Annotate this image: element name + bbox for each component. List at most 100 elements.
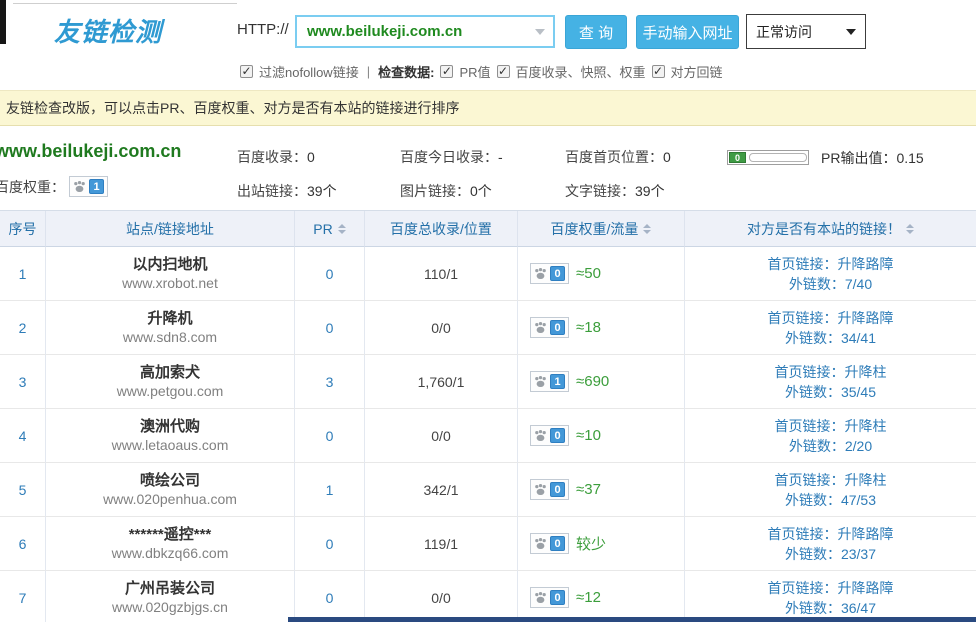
- pr-value-cell: 0: [295, 409, 365, 463]
- site-cell: 以内扫地机www.xrobot.net: [46, 247, 295, 301]
- sort-icon[interactable]: [338, 224, 346, 234]
- sort-icon[interactable]: [906, 224, 914, 234]
- weight-traffic-cell: 0≈12: [518, 571, 685, 622]
- traffic-estimate: ≈50: [576, 265, 601, 282]
- outlink-count-info[interactable]: 外链数：36/47: [785, 598, 876, 618]
- sort-icon[interactable]: [643, 224, 651, 234]
- site-url[interactable]: www.020penhua.com: [103, 490, 237, 508]
- column-header-4: 百度总收录/位置: [365, 211, 518, 247]
- outlink-count-info[interactable]: 外链数：7/40: [789, 274, 872, 294]
- site-url[interactable]: www.xrobot.net: [122, 274, 218, 292]
- paw-icon: [534, 537, 547, 550]
- query-button[interactable]: 查 询: [565, 15, 627, 49]
- homepage-link-info[interactable]: 首页链接：升降路障: [768, 308, 894, 328]
- manual-input-url-button[interactable]: 手动输入网址: [636, 15, 739, 49]
- site-url[interactable]: www.020gzbjgs.cn: [112, 598, 228, 616]
- filter-nofollow-checkbox[interactable]: ✓: [240, 65, 253, 78]
- backlink-checkbox[interactable]: ✓: [652, 65, 665, 78]
- stat-baidu-home-pos: 百度首页位置：0: [565, 147, 671, 167]
- baidu-index-value: 1,760/1: [418, 374, 465, 390]
- paw-icon: [534, 321, 547, 334]
- filter-nofollow-label: 过滤nofollow链接: [259, 62, 359, 81]
- pr-value: 0: [326, 320, 334, 336]
- baidu-weight-badge: 0: [530, 425, 569, 446]
- chevron-down-icon[interactable]: [535, 29, 545, 35]
- pr-bar-value: 0: [729, 152, 746, 163]
- pr-checkbox[interactable]: ✓: [440, 65, 453, 78]
- paw-icon: [534, 591, 547, 604]
- baidu-weight-badge: 1: [530, 371, 569, 392]
- url-input[interactable]: www.beilukeji.com.cn: [295, 15, 555, 48]
- access-mode-value: 正常访问: [747, 22, 846, 42]
- row-index: 1: [19, 266, 27, 282]
- outlink-count-info[interactable]: 外链数：35/45: [785, 382, 876, 402]
- row-index-cell: 1: [0, 247, 46, 301]
- site-url[interactable]: www.dbkzq66.com: [112, 544, 229, 562]
- weight-value: 0: [550, 266, 565, 281]
- outlink-count-info[interactable]: 外链数：34/41: [785, 328, 876, 348]
- site-url[interactable]: www.letaoaus.com: [112, 436, 229, 454]
- chevron-down-icon: [846, 29, 856, 35]
- column-header-6[interactable]: 对方是否有本站的链接！: [685, 211, 976, 247]
- paw-icon: [534, 267, 547, 280]
- homepage-link-info[interactable]: 首页链接：升降路障: [768, 524, 894, 544]
- weight-value: 0: [550, 320, 565, 335]
- stat-baidu-today: 百度今日收录：-: [400, 147, 503, 167]
- weight-traffic-cell: 0≈10: [518, 409, 685, 463]
- baidu-weight-label: 百度权重：: [0, 177, 65, 197]
- site-url[interactable]: www.sdn8.com: [123, 328, 217, 346]
- column-header-label: 站点/链接地址: [126, 219, 214, 239]
- homepage-link-info[interactable]: 首页链接：升降柱: [775, 416, 887, 436]
- outlink-count-info[interactable]: 外链数：47/53: [785, 490, 876, 510]
- site-cell: 广州吊装公司www.020gzbjgs.cn: [46, 571, 295, 622]
- backlink-cell: 首页链接：升降柱外链数：47/53: [685, 463, 976, 517]
- baidu-index-value: 110/1: [424, 266, 458, 282]
- outlink-count-info[interactable]: 外链数：23/37: [785, 544, 876, 564]
- baidu-index-value: 0/0: [431, 320, 450, 336]
- baidu-index-checkbox[interactable]: ✓: [497, 65, 510, 78]
- check-options-row: ✓ 过滤nofollow链接 | 检查数据: ✓ PR值 ✓ 百度收录、快照、权…: [240, 62, 723, 80]
- check-data-label: 检查数据:: [378, 62, 434, 81]
- site-url[interactable]: www.petgou.com: [117, 382, 224, 400]
- baidu-index-value: 342/1: [423, 482, 458, 498]
- row-index: 5: [19, 482, 27, 498]
- traffic-estimate: 较少: [576, 533, 606, 554]
- pr-value: 3: [326, 374, 334, 390]
- column-header-3[interactable]: PR: [295, 211, 365, 247]
- stat-baidu-index: 百度收录：0: [237, 147, 315, 167]
- weight-value: 0: [550, 428, 565, 443]
- homepage-link-info[interactable]: 首页链接：升降柱: [775, 470, 887, 490]
- http-prefix-label: HTTP://: [237, 21, 289, 38]
- column-header-5[interactable]: 百度权重/流量: [518, 211, 685, 247]
- traffic-estimate: ≈18: [576, 319, 601, 336]
- backlink-cell: 首页链接：升降路障外链数：23/37: [685, 517, 976, 571]
- baidu-index-cell: 119/1: [365, 517, 518, 571]
- site-name: 广州吊装公司: [125, 579, 215, 598]
- stat-image-links: 图片链接：0个: [400, 181, 492, 201]
- column-header-label: 对方是否有本站的链接！: [747, 219, 901, 239]
- row-index: 2: [19, 320, 27, 336]
- pr-value: 0: [326, 428, 334, 444]
- site-cell: 澳洲代购www.letaoaus.com: [46, 409, 295, 463]
- traffic-estimate: ≈690: [576, 373, 609, 390]
- homepage-link-info[interactable]: 首页链接：升降柱: [775, 362, 887, 382]
- homepage-link-info[interactable]: 首页链接：升降路障: [768, 254, 894, 274]
- row-index-cell: 3: [0, 355, 46, 409]
- row-index-cell: 6: [0, 517, 46, 571]
- url-input-value[interactable]: www.beilukeji.com.cn: [297, 23, 535, 40]
- pr-value-cell: 0: [295, 517, 365, 571]
- weight-traffic-cell: 0≈37: [518, 463, 685, 517]
- backlink-cell: 首页链接：升降柱外链数：2/20: [685, 409, 976, 463]
- row-index-cell: 5: [0, 463, 46, 517]
- baidu-weight-badge: 0: [530, 317, 569, 338]
- outlink-count-info[interactable]: 外链数：2/20: [789, 436, 872, 456]
- access-mode-select[interactable]: 正常访问: [746, 14, 866, 49]
- homepage-link-info[interactable]: 首页链接：升降路障: [768, 578, 894, 598]
- baidu-weight-badge: 0: [530, 587, 569, 608]
- traffic-estimate: ≈37: [576, 481, 601, 498]
- baidu-index-cell: 342/1: [365, 463, 518, 517]
- baidu-index-cell: 0/0: [365, 301, 518, 355]
- column-header-1: 序号: [0, 211, 46, 247]
- checked-domain: www.beilukeji.com.cn: [0, 141, 181, 162]
- row-index: 3: [19, 374, 27, 390]
